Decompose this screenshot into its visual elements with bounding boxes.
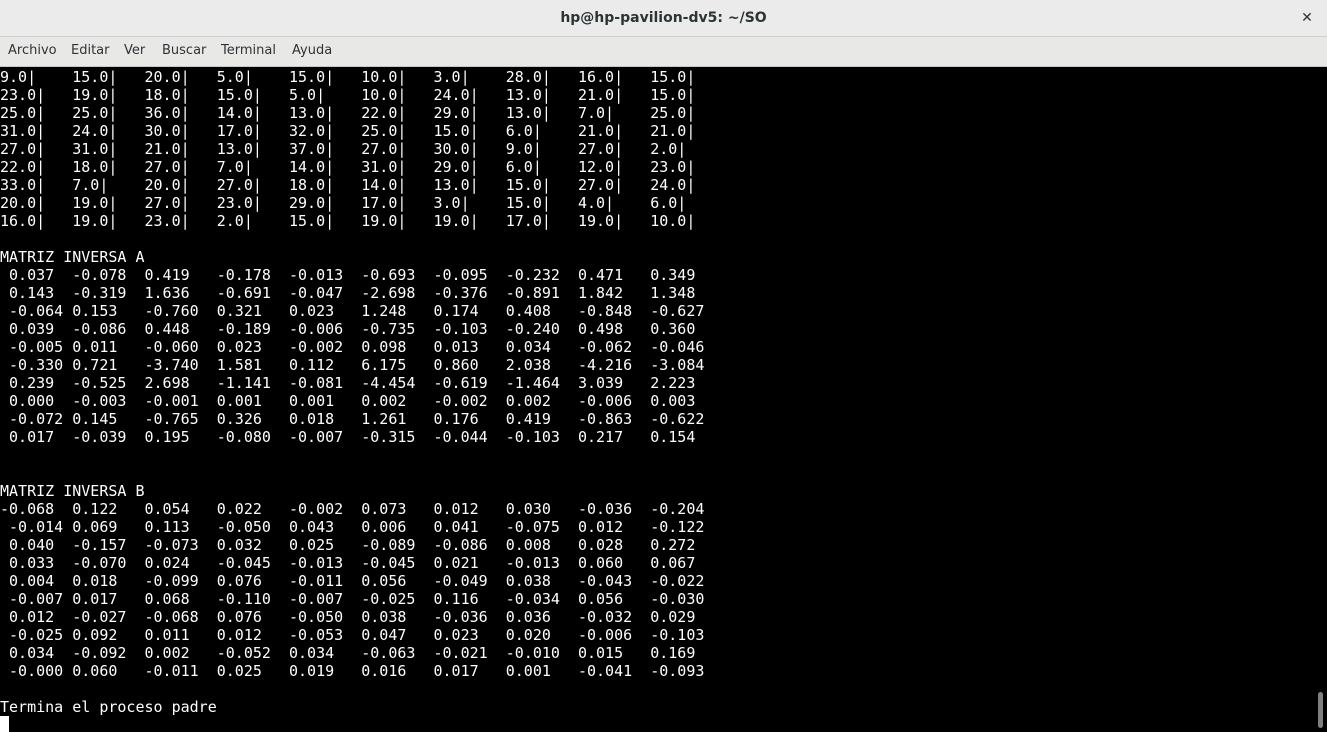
menu-buscar[interactable]: Buscar — [162, 43, 206, 58]
terminal-line: 0.012 -0.027 -0.068 0.076 -0.050 0.038 -… — [0, 608, 696, 626]
terminal-line: -0.000 0.060 -0.011 0.025 0.019 0.016 0.… — [0, 662, 705, 680]
terminal-line: -0.068 0.122 0.054 0.022 -0.002 0.073 0.… — [0, 500, 705, 518]
text-cursor — [0, 716, 9, 732]
window-title: hp@hp-pavilion-dv5: ~/SO — [560, 10, 767, 26]
terminal-line: 16.0| 19.0| 23.0| 2.0| 15.0| 19.0| 19.0|… — [0, 212, 696, 230]
menu-ayuda[interactable]: Ayuda — [292, 43, 332, 58]
scrollbar[interactable] — [1313, 67, 1327, 732]
terminal-line: 0.034 -0.092 0.002 -0.052 0.034 -0.063 -… — [0, 644, 696, 662]
scrollbar-thumb[interactable] — [1318, 692, 1323, 728]
terminal-line: 0.017 -0.039 0.195 -0.080 -0.007 -0.315 … — [0, 428, 696, 446]
terminal-line: 33.0| 7.0| 20.0| 27.0| 18.0| 14.0| 13.0|… — [0, 176, 696, 194]
terminal-line: -0.072 0.145 -0.765 0.326 0.018 1.261 0.… — [0, 410, 705, 428]
terminal-line: 22.0| 18.0| 27.0| 7.0| 14.0| 31.0| 29.0|… — [0, 158, 696, 176]
terminal-line: 0.000 -0.003 -0.001 0.001 0.001 0.002 -0… — [0, 392, 696, 410]
terminal-line: -0.005 0.011 -0.060 0.023 -0.002 0.098 0… — [0, 338, 705, 356]
terminal-line: MATRIZ INVERSA A — [0, 248, 145, 266]
terminal-line: 0.004 0.018 -0.099 0.076 -0.011 0.056 -0… — [0, 572, 705, 590]
menu-editar[interactable]: Editar — [71, 43, 110, 58]
terminal-line: 0.239 -0.525 2.698 -1.141 -0.081 -4.454 … — [0, 374, 696, 392]
terminal-line: 23.0| 19.0| 18.0| 15.0| 5.0| 10.0| 24.0|… — [0, 86, 696, 104]
terminal-line: Termina el proceso padre — [0, 698, 217, 716]
terminal-line: 0.039 -0.086 0.448 -0.189 -0.006 -0.735 … — [0, 320, 696, 338]
terminal-line: -0.014 0.069 0.113 -0.050 0.043 0.006 0.… — [0, 518, 705, 536]
terminal-line: -0.025 0.092 0.011 0.012 -0.053 0.047 0.… — [0, 626, 705, 644]
menu-ver[interactable]: Ver — [124, 43, 145, 58]
terminal-line: 9.0| 15.0| 20.0| 5.0| 15.0| 10.0| 3.0| 2… — [0, 68, 696, 86]
title-bar[interactable]: hp@hp-pavilion-dv5: ~/SO ✕ — [0, 0, 1327, 37]
menu-terminal[interactable]: Terminal — [221, 43, 276, 58]
terminal-line: MATRIZ INVERSA B — [0, 482, 145, 500]
terminal-line: 31.0| 24.0| 30.0| 17.0| 32.0| 25.0| 15.0… — [0, 122, 696, 140]
terminal-line: 27.0| 31.0| 21.0| 13.0| 37.0| 27.0| 30.0… — [0, 140, 687, 158]
close-icon[interactable]: ✕ — [1297, 8, 1317, 28]
terminal-line: 25.0| 25.0| 36.0| 14.0| 13.0| 22.0| 29.0… — [0, 104, 696, 122]
terminal-output[interactable]: 9.0| 15.0| 20.0| 5.0| 15.0| 10.0| 3.0| 2… — [0, 67, 1313, 732]
menu-bar: Archivo Editar Ver Buscar Terminal Ayuda — [0, 37, 1327, 67]
terminal-line: 0.040 -0.157 -0.073 0.032 0.025 -0.089 -… — [0, 536, 696, 554]
terminal-line: 20.0| 19.0| 27.0| 23.0| 29.0| 17.0| 3.0|… — [0, 194, 687, 212]
terminal-line: -0.007 0.017 0.068 -0.110 -0.007 -0.025 … — [0, 590, 705, 608]
terminal-line: 0.143 -0.319 1.636 -0.691 -0.047 -2.698 … — [0, 284, 696, 302]
terminal-window: hp@hp-pavilion-dv5: ~/SO ✕ Archivo Edita… — [0, 0, 1327, 732]
terminal-line: 0.037 -0.078 0.419 -0.178 -0.013 -0.693 … — [0, 266, 696, 284]
menu-archivo[interactable]: Archivo — [8, 43, 57, 58]
terminal-line: 0.033 -0.070 0.024 -0.045 -0.013 -0.045 … — [0, 554, 696, 572]
terminal-line: -0.064 0.153 -0.760 0.321 0.023 1.248 0.… — [0, 302, 705, 320]
terminal-line: -0.330 0.721 -3.740 1.581 0.112 6.175 0.… — [0, 356, 705, 374]
